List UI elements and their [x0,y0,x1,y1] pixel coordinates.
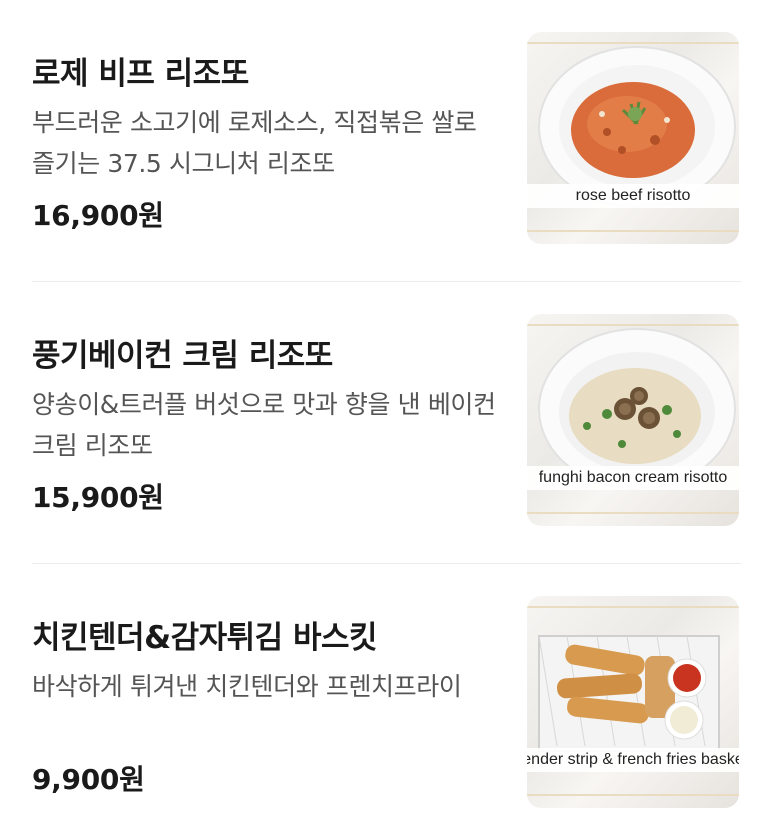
risotto-dish-image [538,46,736,208]
risotto-dish-image [538,328,736,490]
menu-item-title: 치킨텐더&감자튀김 바스킷 [32,620,378,656]
image-caption: funghi bacon cream risotto [527,466,739,490]
menu-item-title: 로제 비프 리조또 [32,56,249,92]
image-caption: rose beef risotto [527,184,739,208]
chicken-basket-image [538,635,720,752]
menu-item-price: 15,900원 [32,481,164,514]
menu-item-image[interactable]: tender strip & french fries basket [527,596,739,808]
menu-item-image[interactable]: funghi bacon cream risotto [527,314,739,526]
menu-item-rose-beef-risotto[interactable]: 로제 비프 리조또 부드러운 소고기에 로제소스, 직접볶은 쌀로 즐기는 37… [0,0,773,282]
menu-list: 로제 비프 리조또 부드러운 소고기에 로제소스, 직접볶은 쌀로 즐기는 37… [0,0,773,827]
menu-item-image[interactable]: rose beef risotto [527,32,739,244]
menu-item-description: 양송이&트러플 버섯으로 맛과 향을 낸 베이컨 크림 리조또 [32,390,496,460]
menu-item-description: 부드러운 소고기에 로제소스, 직접볶은 쌀로 즐기는 37.5 시그니처 리조… [32,108,477,178]
image-caption: tender strip & french fries basket [527,748,739,772]
menu-item-price: 9,900원 [32,763,145,796]
menu-item-chicken-tender-fries-basket[interactable]: 치킨텐더&감자튀김 바스킷 바삭하게 튀겨낸 치킨텐더와 프렌치프라이 9,90… [0,564,773,827]
menu-item-title: 풍기베이컨 크림 리조또 [32,338,333,374]
menu-item-funghi-bacon-cream-risotto[interactable]: 풍기베이컨 크림 리조또 양송이&트러플 버섯으로 맛과 향을 낸 베이컨 크림… [0,282,773,564]
menu-item-price: 16,900원 [32,199,164,232]
menu-item-description: 바삭하게 튀겨낸 치킨텐더와 프렌치프라이 [32,672,462,701]
